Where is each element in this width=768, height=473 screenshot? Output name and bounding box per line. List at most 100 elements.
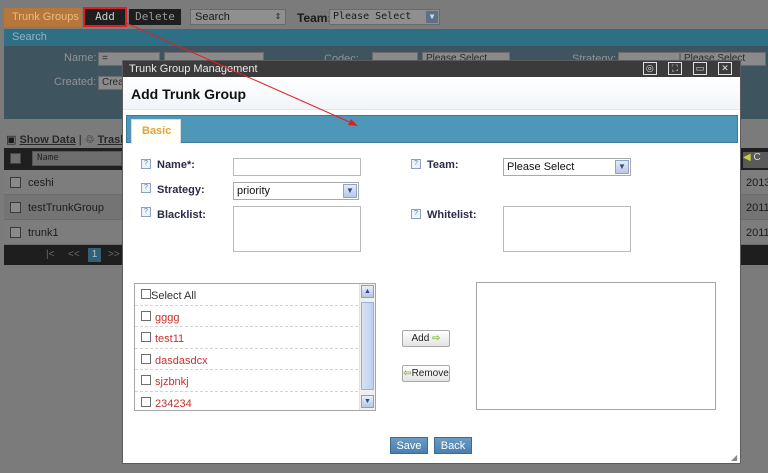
row-checkbox[interactable] — [10, 177, 21, 188]
team-select-value: Please Select — [333, 11, 412, 22]
scroll-up-icon[interactable]: ▲ — [361, 285, 374, 298]
strategy-value: priority — [237, 185, 271, 197]
select-all-label: Select All — [151, 290, 197, 302]
row-checkbox[interactable] — [10, 227, 21, 238]
list-item[interactable]: test11 — [135, 327, 358, 349]
name-label: Name*: — [157, 159, 195, 171]
pager-first[interactable]: |< — [46, 249, 54, 260]
item-checkbox[interactable] — [141, 310, 151, 321]
show-data-icon: ▣ — [6, 134, 17, 146]
dialog-titlebar[interactable]: Trunk Group Management ◎ ⛶ ▭ ✕ — [123, 61, 740, 77]
arrow-left-icon: ⇦ — [403, 368, 412, 379]
show-data-link[interactable]: Show Data — [19, 134, 75, 146]
scroll-thumb[interactable] — [361, 302, 374, 390]
scroll-down-icon[interactable]: ▼ — [361, 395, 374, 408]
list-item[interactable]: sjzbnkj — [135, 370, 358, 392]
row-created: 2013 — [746, 177, 768, 189]
close-icon[interactable]: ✕ — [718, 62, 732, 75]
add-button-highlight — [83, 7, 127, 27]
search-select-value: Search — [195, 11, 230, 23]
chevron-down-icon: ▼ — [426, 11, 438, 23]
item-label: 234234 — [155, 397, 192, 410]
chevron-down-icon: ▼ — [343, 184, 357, 198]
right-column-label: C — [753, 152, 761, 163]
save-button[interactable]: Save — [390, 437, 428, 454]
right-column-header[interactable]: ◀ C — [743, 152, 768, 168]
row-name: testTrunkGroup — [28, 202, 105, 214]
row-checkbox[interactable] — [10, 202, 21, 213]
strategy-label: Strategy: — [157, 184, 205, 196]
blacklist-label: Blacklist: — [157, 209, 206, 221]
remove-item-label: Remove — [411, 368, 449, 379]
list-item[interactable]: 234234 — [135, 392, 358, 411]
list-item[interactable]: dasdasdcx — [135, 349, 358, 370]
chevron-down-icon: ▼ — [615, 160, 629, 174]
list-scrollbar[interactable]: ▲ ▼ — [359, 284, 375, 410]
list-item-select-all[interactable]: Select All — [135, 284, 358, 306]
minimize-icon[interactable]: ▭ — [692, 62, 707, 75]
blacklist-textarea[interactable] — [233, 206, 361, 252]
selected-items-list[interactable] — [476, 282, 716, 410]
list-item[interactable]: gggg — [135, 306, 358, 327]
team-field-value: Please Select — [507, 161, 575, 173]
item-label: dasdasdcx — [155, 354, 208, 367]
resize-grip-icon[interactable]: ◢ — [731, 454, 739, 462]
whitelist-label: Whitelist: — [427, 209, 477, 221]
item-label: sjzbnkj — [155, 376, 189, 388]
item-checkbox[interactable] — [141, 353, 151, 364]
item-checkbox[interactable] — [141, 396, 151, 407]
row-name: trunk1 — [28, 227, 59, 239]
name-input[interactable] — [233, 158, 361, 176]
item-checkbox[interactable] — [141, 375, 151, 385]
select-all-checkbox[interactable] — [10, 153, 21, 164]
search-panel-header: Search — [4, 29, 768, 46]
help-icon[interactable]: ? — [411, 159, 421, 169]
whitelist-textarea[interactable] — [503, 206, 631, 252]
help-icon[interactable]: ? — [141, 159, 151, 169]
item-checkbox[interactable] — [141, 332, 151, 342]
row-created: 2011 — [746, 202, 768, 214]
dialog-window-title: Trunk Group Management — [129, 63, 258, 75]
links-separator: | — [78, 134, 82, 146]
search-select[interactable]: Search ⇕ — [190, 9, 286, 25]
help-icon[interactable]: ? — [141, 207, 151, 217]
item-label: test11 — [155, 333, 185, 345]
search-created-label: Created: — [54, 76, 97, 88]
name-column-header[interactable]: Name — [32, 151, 122, 166]
arrow-left-icon: ◀ — [743, 152, 751, 163]
strategy-select[interactable]: priority ▼ — [233, 182, 359, 200]
select-all-checkbox[interactable] — [141, 289, 151, 299]
search-created-input[interactable]: Crea — [98, 76, 124, 90]
add-item-button[interactable]: Add ⇨ — [402, 330, 450, 347]
dialog-heading: Add Trunk Group — [123, 77, 740, 110]
top-toolbar: Trunk Groups Add Delete Search ⇕ Team: P… — [0, 7, 768, 29]
trunk-groups-tab[interactable]: Trunk Groups — [4, 8, 82, 27]
help-icon[interactable]: ? — [411, 209, 421, 219]
delete-button[interactable]: Delete — [129, 9, 181, 25]
data-links: ▣ Show Data | ♲ Trash — [6, 133, 127, 146]
remove-item-button[interactable]: ⇦Remove — [402, 365, 450, 382]
row-name: ceshi — [28, 177, 54, 189]
arrow-right-icon: ⇨ — [432, 333, 441, 344]
pager-current-page[interactable]: 1 — [88, 248, 101, 262]
item-label: gggg — [155, 311, 180, 324]
back-button[interactable]: Back — [434, 437, 472, 454]
updown-arrow-icon: ⇕ — [272, 11, 284, 23]
row-created: 2011 — [746, 227, 768, 239]
add-item-label: Add — [411, 333, 430, 344]
help-icon[interactable]: ? — [141, 183, 151, 193]
pager-next[interactable]: >> — [108, 249, 120, 260]
restore-icon[interactable]: ◎ — [642, 62, 657, 75]
available-items-list: Select All gggg test11 dasdasdcx sjzbnkj… — [134, 283, 376, 411]
titlebar-controls: ◎ ⛶ ▭ ✕ — [635, 62, 732, 75]
team-select[interactable]: Please Select ▼ — [329, 9, 440, 25]
dialog-tab-bar: Basic — [126, 115, 738, 144]
trunk-group-dialog: Trunk Group Management ◎ ⛶ ▭ ✕ Add Trunk… — [122, 60, 741, 464]
team-field-label: Team: — [427, 159, 459, 171]
tab-basic[interactable]: Basic — [131, 119, 181, 144]
pager-prev[interactable]: << — [68, 249, 80, 260]
maximize-icon[interactable]: ⛶ — [667, 62, 682, 75]
team-field-select[interactable]: Please Select ▼ — [503, 158, 631, 176]
team-label: Team: — [297, 11, 332, 25]
search-name-label: Name: — [64, 52, 97, 64]
